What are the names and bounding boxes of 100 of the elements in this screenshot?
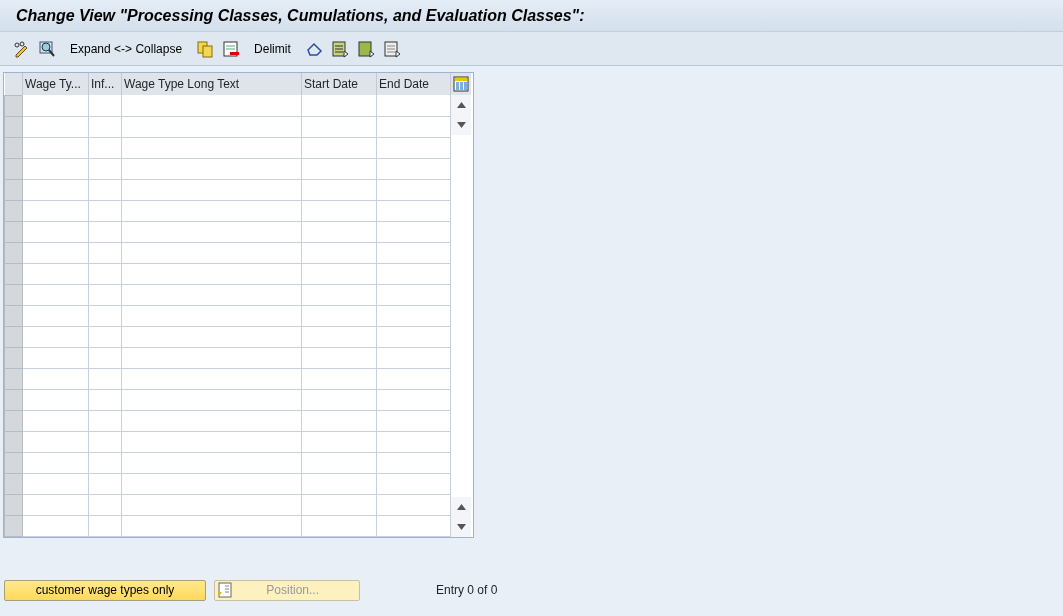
table-cell[interactable] bbox=[301, 473, 377, 494]
table-cell[interactable] bbox=[121, 284, 302, 305]
table-cell[interactable] bbox=[88, 263, 122, 284]
table-cell[interactable] bbox=[88, 221, 122, 242]
table-cell[interactable] bbox=[376, 95, 451, 116]
table-cell[interactable] bbox=[121, 116, 302, 137]
table-cell[interactable] bbox=[121, 368, 302, 389]
table-cell[interactable] bbox=[22, 389, 89, 410]
table-cell[interactable] bbox=[22, 494, 89, 515]
table-cell[interactable] bbox=[376, 179, 451, 200]
table-cell[interactable] bbox=[376, 221, 451, 242]
table-cell[interactable] bbox=[376, 410, 451, 431]
table-cell[interactable] bbox=[88, 95, 122, 116]
row-selector[interactable] bbox=[4, 137, 23, 158]
table-cell[interactable] bbox=[301, 305, 377, 326]
table-cell[interactable] bbox=[301, 221, 377, 242]
row-selector[interactable] bbox=[4, 389, 23, 410]
table-cell[interactable] bbox=[121, 389, 302, 410]
table-cell[interactable] bbox=[376, 242, 451, 263]
table-cell[interactable] bbox=[301, 368, 377, 389]
table-cell[interactable] bbox=[88, 137, 122, 158]
table-cell[interactable] bbox=[301, 347, 377, 368]
table-cell[interactable] bbox=[301, 284, 377, 305]
table-cell[interactable] bbox=[22, 263, 89, 284]
column-settings-icon[interactable] bbox=[453, 76, 469, 92]
action-button[interactable]: customer wage types only bbox=[4, 579, 206, 601]
column-header[interactable]: Inf... bbox=[88, 73, 122, 95]
table-cell[interactable] bbox=[301, 452, 377, 473]
table-cell[interactable] bbox=[376, 116, 451, 137]
table-cell[interactable] bbox=[88, 431, 122, 452]
table-cell[interactable] bbox=[376, 473, 451, 494]
toolbar-button[interactable]: Delimit bbox=[248, 39, 297, 58]
table-cell[interactable] bbox=[121, 410, 302, 431]
row-selector[interactable] bbox=[4, 347, 23, 368]
table-cell[interactable] bbox=[301, 389, 377, 410]
table-cell[interactable] bbox=[376, 452, 451, 473]
table-cell[interactable] bbox=[22, 116, 89, 137]
table-cell[interactable] bbox=[301, 242, 377, 263]
table-cell[interactable] bbox=[301, 200, 377, 221]
row-selector[interactable] bbox=[4, 263, 23, 284]
table-cell[interactable] bbox=[22, 515, 89, 536]
table-cell[interactable] bbox=[88, 389, 122, 410]
table-cell[interactable] bbox=[22, 347, 89, 368]
table-cell[interactable] bbox=[121, 221, 302, 242]
table-cell[interactable] bbox=[88, 410, 122, 431]
table-cell[interactable] bbox=[301, 431, 377, 452]
table-cell[interactable] bbox=[301, 410, 377, 431]
copy-icon[interactable] bbox=[196, 39, 215, 58]
row-selector[interactable] bbox=[4, 494, 23, 515]
table-cell[interactable] bbox=[88, 242, 122, 263]
table-cell[interactable] bbox=[121, 326, 302, 347]
scroll-up-icon[interactable] bbox=[456, 102, 466, 108]
table-cell[interactable] bbox=[301, 116, 377, 137]
table-cell[interactable] bbox=[121, 473, 302, 494]
table-cell[interactable] bbox=[88, 494, 122, 515]
table-cell[interactable] bbox=[301, 179, 377, 200]
table-cell[interactable] bbox=[88, 368, 122, 389]
table-cell[interactable] bbox=[376, 263, 451, 284]
row-selector[interactable] bbox=[4, 305, 23, 326]
row-selector[interactable] bbox=[4, 221, 23, 242]
table-cell[interactable] bbox=[376, 137, 451, 158]
column-header[interactable]: End Date bbox=[376, 73, 451, 95]
row-selector[interactable] bbox=[4, 242, 23, 263]
table-cell[interactable] bbox=[376, 515, 451, 536]
scroll-down-icon[interactable] bbox=[456, 122, 466, 128]
table-cell[interactable] bbox=[88, 452, 122, 473]
table-cell[interactable] bbox=[88, 158, 122, 179]
table-cell[interactable] bbox=[376, 368, 451, 389]
table-cell[interactable] bbox=[376, 347, 451, 368]
table-cell[interactable] bbox=[301, 137, 377, 158]
table-cell[interactable] bbox=[88, 473, 122, 494]
table-cell[interactable] bbox=[121, 179, 302, 200]
table-cell[interactable] bbox=[22, 200, 89, 221]
table-cell[interactable] bbox=[376, 389, 451, 410]
delete-row-icon[interactable] bbox=[222, 39, 241, 58]
scroll-bar[interactable] bbox=[451, 73, 471, 537]
row-selector[interactable] bbox=[4, 452, 23, 473]
table-cell[interactable] bbox=[22, 179, 89, 200]
table-cell[interactable] bbox=[301, 95, 377, 116]
row-selector[interactable] bbox=[4, 284, 23, 305]
column-header[interactable]: Start Date bbox=[301, 73, 377, 95]
table-cell[interactable] bbox=[22, 137, 89, 158]
table-cell[interactable] bbox=[22, 242, 89, 263]
table-cell[interactable] bbox=[121, 158, 302, 179]
table-cell[interactable] bbox=[376, 326, 451, 347]
table-cell[interactable] bbox=[22, 326, 89, 347]
table-cell[interactable] bbox=[376, 305, 451, 326]
row-selector[interactable] bbox=[4, 158, 23, 179]
table-cell[interactable] bbox=[121, 347, 302, 368]
table-cell[interactable] bbox=[88, 116, 122, 137]
table-cell[interactable] bbox=[121, 95, 302, 116]
search-icon[interactable] bbox=[38, 39, 56, 58]
table-cell[interactable] bbox=[88, 326, 122, 347]
table-cell[interactable] bbox=[22, 305, 89, 326]
table-cell[interactable] bbox=[301, 326, 377, 347]
table-cell[interactable] bbox=[22, 473, 89, 494]
table-cell[interactable] bbox=[88, 515, 122, 536]
table-cell[interactable] bbox=[22, 368, 89, 389]
pencil-icon[interactable] bbox=[12, 39, 30, 58]
table-cell[interactable] bbox=[121, 137, 302, 158]
